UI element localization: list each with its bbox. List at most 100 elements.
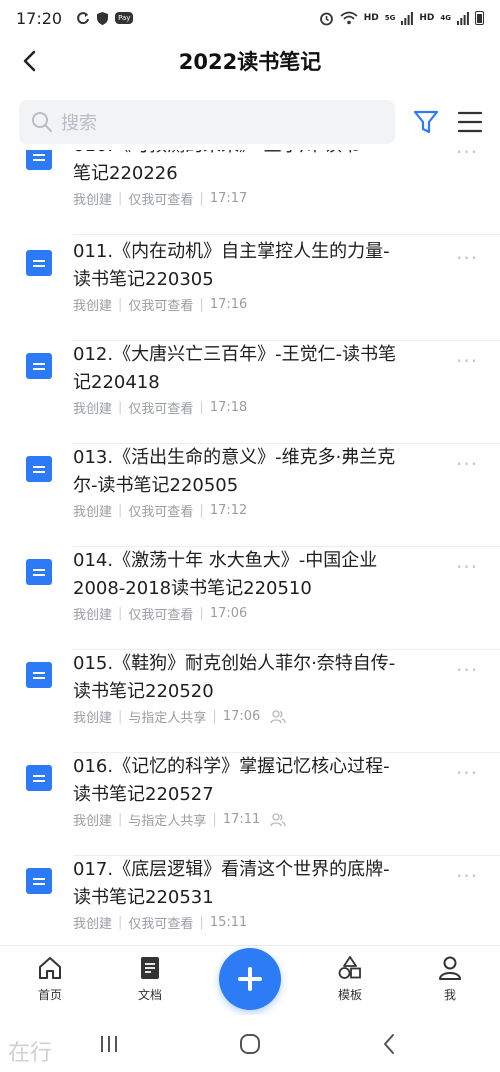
search-input[interactable]: 搜索: [19, 100, 395, 144]
list-item[interactable]: 015.《鞋狗》耐克创始人菲尔·奈特自传- 读书笔记220520 我创建 | 与指…: [0, 650, 500, 753]
tab-templates[interactable]: 模板: [320, 954, 380, 1012]
access-label: 与指定人共享: [128, 711, 207, 726]
divider: [73, 234, 500, 235]
create-button[interactable]: [219, 948, 281, 1010]
document-meta: 我创建 | 仅我可查看 | 17:16: [73, 297, 248, 314]
access-label: 仅我可查看: [128, 402, 194, 417]
network-label-b: HD: [419, 13, 435, 23]
network-gen-b: 4G: [440, 14, 451, 22]
menu-button[interactable]: [456, 108, 484, 136]
creator-label: 我创建: [73, 299, 113, 314]
alarm-icon: [319, 12, 333, 25]
more-options-button[interactable]: ···: [456, 351, 478, 371]
signal-icon: [401, 11, 414, 25]
list-item[interactable]: 013.《活出生命的意义》-维克多·弗兰克 尔-读书笔记220505 我创建 | …: [0, 444, 500, 547]
chevron-left-icon: [23, 50, 36, 72]
document-title: 010.《可预测的未来》-王小川-读书 笔记220226: [73, 150, 360, 184]
document-icon: [26, 150, 52, 170]
more-options-button[interactable]: ···: [456, 866, 478, 886]
document-icon: [26, 559, 52, 585]
back-system-button[interactable]: [374, 1031, 404, 1057]
shared-users-icon: [270, 812, 286, 826]
access-label: 与指定人共享: [128, 814, 207, 829]
list-item[interactable]: 011.《内在动机》自主掌控人生的力量- 读书笔记220305 我创建 | 仅我可…: [0, 238, 500, 341]
bottom-nav: 首页 文档 模板 我: [0, 945, 500, 1015]
creator-label: 我创建: [73, 917, 113, 932]
document-meta: 我创建 | 与指定人共享 | 17:06: [73, 707, 286, 726]
filter-icon: [413, 110, 439, 134]
document-tab-icon: [141, 957, 159, 979]
recent-apps-icon: [101, 1036, 117, 1052]
tab-home[interactable]: 首页: [20, 954, 80, 1012]
more-options-button[interactable]: ···: [456, 150, 478, 162]
home-icon: [39, 957, 61, 979]
access-label: 仅我可查看: [128, 608, 194, 623]
document-icon: [26, 662, 52, 688]
shield-icon: [97, 11, 109, 25]
tab-me[interactable]: 我: [420, 954, 480, 1012]
creator-label: 我创建: [73, 608, 113, 623]
tab-documents[interactable]: 文档: [120, 954, 180, 1012]
document-meta: 我创建 | 仅我可查看 | 17:18: [73, 400, 248, 417]
filter-button[interactable]: [412, 108, 440, 136]
list-item[interactable]: 017.《底层逻辑》看清这个世界的底牌- 读书笔记220531 我创建 | 仅我可…: [0, 856, 500, 945]
tab-templates-label: 模板: [337, 988, 362, 1002]
search-icon: [32, 112, 52, 132]
status-bar: 17:20 Pay HD 5G HD 4G: [0, 0, 500, 36]
more-options-button[interactable]: ···: [456, 763, 478, 783]
access-label: 仅我可查看: [128, 299, 194, 314]
tab-documents-label: 文档: [137, 988, 162, 1002]
home-system-button[interactable]: [235, 1031, 265, 1057]
home-circle-icon: [240, 1034, 260, 1054]
creator-label: 我创建: [73, 193, 113, 208]
list-item[interactable]: 012.《大唐兴亡三百年》-王觉仁-读书笔 记220418 我创建 | 仅我可查看…: [0, 341, 500, 444]
modified-time: 17:12: [209, 503, 248, 518]
document-title: 013.《活出生命的意义》-维克多·弗兰克 尔-读书笔记220505: [73, 447, 396, 496]
document-icon: [26, 456, 52, 482]
tab-me-label: 我: [443, 988, 456, 1002]
page-title: 2022读书笔记: [178, 50, 322, 74]
modified-time: 17:06: [209, 606, 248, 621]
person-icon: [439, 956, 461, 980]
modified-time: 15:11: [209, 915, 248, 930]
search-row: 搜索: [0, 98, 500, 146]
modified-time: 17:18: [209, 400, 248, 415]
modified-time: 17:17: [209, 191, 248, 206]
modified-time: 17:06: [222, 709, 261, 724]
document-icon: [26, 250, 52, 276]
document-meta: 我创建 | 仅我可查看 | 17:12: [73, 503, 248, 520]
creator-label: 我创建: [73, 402, 113, 417]
more-options-button[interactable]: ···: [456, 557, 478, 577]
battery-icon: [475, 11, 484, 25]
document-title: 017.《底层逻辑》看清这个世界的底牌- 读书笔记220531: [73, 859, 390, 908]
shared-users-icon: [270, 709, 286, 723]
page-header: 2022读书笔记: [0, 36, 500, 86]
more-options-button[interactable]: ···: [456, 248, 478, 268]
document-list: 010.《可预测的未来》-王小川-读书 笔记220226 我创建| 仅我可查看|…: [0, 150, 500, 945]
sync-icon: [77, 12, 90, 25]
document-title: 012.《大唐兴亡三百年》-王觉仁-读书笔 记220418: [73, 344, 397, 393]
list-item[interactable]: 014.《激荡十年 水大鱼大》-中国企业 2008-2018读书笔记220510…: [0, 547, 500, 650]
pay-badge: Pay: [115, 12, 134, 24]
back-arrow-icon: [384, 1034, 394, 1054]
back-button[interactable]: [14, 46, 44, 76]
watermark: 在行: [8, 1041, 53, 1066]
document-meta: 我创建 | 与指定人共享 | 17:11: [73, 810, 286, 829]
network-label-a: HD: [363, 13, 379, 23]
more-options-button[interactable]: ···: [456, 454, 478, 474]
document-icon: [26, 765, 52, 791]
list-item[interactable]: 016.《记忆的科学》掌握记忆核心过程- 读书笔记220527 我创建 | 与指定…: [0, 753, 500, 856]
wifi-icon: [340, 11, 358, 25]
access-label: 仅我可查看: [128, 193, 194, 208]
document-meta: 我创建 | 仅我可查看 | 17:06: [73, 606, 248, 623]
document-meta: 我创建 | 仅我可查看 | 17:17: [73, 191, 248, 208]
list-item[interactable]: 010.《可预测的未来》-王小川-读书 笔记220226 我创建| 仅我可查看|…: [0, 150, 500, 235]
tab-home-label: 首页: [37, 988, 62, 1002]
access-label: 仅我可查看: [128, 505, 194, 520]
creator-label: 我创建: [73, 814, 113, 829]
recent-apps-button[interactable]: [94, 1031, 124, 1057]
modified-time: 17:16: [209, 297, 248, 312]
more-options-button[interactable]: ···: [456, 660, 478, 680]
network-gen-a: 5G: [384, 14, 396, 22]
signal-icon: [457, 11, 469, 25]
